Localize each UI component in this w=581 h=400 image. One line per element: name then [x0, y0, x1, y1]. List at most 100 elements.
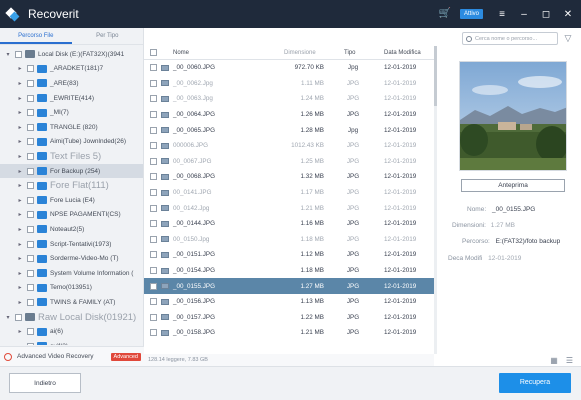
preview-button[interactable]: Anteprima	[461, 179, 565, 192]
tree-checkbox[interactable]	[27, 79, 34, 87]
tab-file-path[interactable]: Percorso File	[0, 28, 72, 44]
table-row[interactable]: 000006.JPG 1012.43 KB JPG 12-01-2019	[144, 138, 434, 154]
table-row[interactable]: _00_0063.Jpg 1.24 MB JPG 12-01-2019	[144, 91, 434, 107]
chevron-down-icon[interactable]: ▾	[4, 51, 12, 58]
chevron-right-icon[interactable]: ▸	[16, 284, 24, 291]
chevron-right-icon[interactable]: ▸	[16, 226, 24, 233]
table-row[interactable]: _00_0064.JPG 1.26 MB JPG 12-01-2019	[144, 107, 434, 123]
table-row[interactable]: _00_0158.JPG 1.21 MB JPG 12-01-2019	[144, 325, 434, 341]
chevron-right-icon[interactable]: ▸	[16, 241, 24, 248]
chevron-right-icon[interactable]: ▸	[16, 124, 24, 131]
chevron-right-icon[interactable]: ▸	[16, 153, 24, 160]
table-row[interactable]: 00_0142.Jpg 1.21 MB JPG 12-01-2019	[144, 200, 434, 216]
tree-item[interactable]: ▸ Temo(013951)	[0, 281, 143, 296]
chevron-right-icon[interactable]: ▸	[16, 80, 24, 87]
recover-button[interactable]: Recupera	[499, 373, 571, 393]
maximize-icon[interactable]: ◻	[537, 0, 555, 28]
table-row[interactable]: _00_0060.JPG 972.70 KB Jpg 12-01-2019	[144, 60, 434, 76]
tree-item[interactable]: ▸ Aimi(Tube) Jownlnded(26)	[0, 135, 143, 150]
row-checkbox[interactable]	[150, 189, 157, 197]
tree-item[interactable]: ▸ For Backup (254)	[0, 163, 143, 179]
tree-checkbox[interactable]	[15, 50, 22, 58]
row-checkbox[interactable]	[150, 79, 157, 87]
row-checkbox[interactable]	[150, 142, 157, 150]
tree-checkbox[interactable]	[27, 182, 34, 190]
tree-checkbox[interactable]	[27, 240, 34, 248]
chevron-right-icon[interactable]: ▸	[16, 343, 24, 345]
row-checkbox[interactable]	[150, 204, 157, 212]
tree-checkbox[interactable]	[27, 152, 34, 160]
tree-item[interactable]: ▸ NPSE PAGAMENTI(CS)	[0, 208, 143, 223]
tree-item[interactable]: ▾ Raw Local Disk(01921)	[0, 310, 143, 325]
tree-checkbox[interactable]	[27, 211, 34, 219]
tree-checkbox[interactable]	[27, 65, 34, 73]
row-checkbox[interactable]	[150, 95, 157, 103]
select-all-checkbox[interactable]	[150, 49, 157, 56]
header-name[interactable]: Nome	[173, 50, 189, 56]
close-icon[interactable]: ✕	[559, 0, 577, 28]
tree-checkbox[interactable]	[27, 94, 34, 102]
tree-item[interactable]: ▸ _ARADKET(181)7	[0, 62, 143, 77]
back-button[interactable]: Indietro	[9, 373, 81, 393]
table-row[interactable]: 00_0141.JPG 1.17 MB JPG 12-01-2019	[144, 185, 434, 201]
chevron-right-icon[interactable]: ▸	[16, 270, 24, 277]
table-row[interactable]: _00_0068.JPG 1.32 MB JPG 12-01-2019	[144, 169, 434, 185]
table-row[interactable]: 00_0150.Jpg 1.18 MB JPG 12-01-2019	[144, 232, 434, 248]
tree-item[interactable]: ▸ TWINS & FAMILY (AT)	[0, 295, 143, 310]
row-checkbox[interactable]	[150, 313, 157, 321]
tree-checkbox[interactable]	[27, 284, 34, 292]
row-checkbox[interactable]	[150, 111, 157, 119]
chevron-right-icon[interactable]: ▸	[16, 211, 24, 218]
tree-checkbox[interactable]	[27, 269, 34, 277]
filter-icon[interactable]: ▽	[563, 33, 573, 43]
row-checkbox[interactable]	[150, 220, 157, 228]
tree-item[interactable]: ▸ Script-Tentativi(1973)	[0, 237, 143, 252]
row-checkbox[interactable]	[150, 329, 157, 337]
tree-item[interactable]: ▸ ai(6)	[0, 324, 143, 339]
row-checkbox[interactable]	[150, 267, 157, 275]
tree-checkbox[interactable]	[27, 328, 34, 336]
tree-checkbox[interactable]	[27, 298, 34, 306]
tree-checkbox[interactable]	[27, 123, 34, 131]
row-checkbox[interactable]	[150, 126, 157, 134]
chevron-right-icon[interactable]: ▸	[16, 65, 24, 72]
table-row[interactable]: 00_0067.JPG 1.25 MB JPG 12-01-2019	[144, 154, 434, 170]
table-row[interactable]: _00_0156.JPG 1.13 MB JPG 12-01-2019	[144, 294, 434, 310]
row-checkbox[interactable]	[150, 64, 157, 72]
advanced-video-recovery[interactable]: Advanced Video Recovery Advanced	[0, 346, 144, 366]
row-checkbox[interactable]	[150, 235, 157, 243]
table-row[interactable]: _00_0151.JPG 1.12 MB JPG 12-01-2019	[144, 247, 434, 263]
chevron-right-icon[interactable]: ▸	[16, 182, 24, 189]
tree-item[interactable]: ▸ _MI(7)	[0, 105, 143, 120]
table-row[interactable]: _00_0144.JPG 1.16 MB JPG 12-01-2019	[144, 216, 434, 232]
chevron-right-icon[interactable]: ▸	[16, 197, 24, 204]
search-input[interactable]: Cerca nome o percorso...	[462, 32, 558, 45]
row-checkbox[interactable]	[150, 173, 157, 181]
row-checkbox[interactable]	[150, 282, 157, 290]
chevron-down-icon[interactable]: ▾	[4, 314, 12, 321]
chevron-right-icon[interactable]: ▸	[16, 168, 24, 175]
chevron-right-icon[interactable]: ▸	[16, 328, 24, 335]
tab-file-type[interactable]: Per Tipo	[72, 28, 144, 44]
header-date[interactable]: Data Modifica	[384, 50, 421, 56]
tree-checkbox[interactable]	[27, 167, 34, 175]
table-row[interactable]: _00_0062.Jpg 1.11 MB JPG 12-01-2019	[144, 76, 434, 92]
chevron-right-icon[interactable]: ▸	[16, 95, 24, 102]
table-row[interactable]: _00_0155.JPG 1.27 MB JPG 12-01-2019	[144, 278, 434, 294]
chevron-right-icon[interactable]: ▸	[16, 138, 24, 145]
chevron-right-icon[interactable]: ▸	[16, 299, 24, 306]
tree-item[interactable]: ▸ _EWRITE(414)	[0, 91, 143, 106]
tree-item[interactable]: ▸ Fore Lucia (E4)	[0, 193, 143, 208]
row-checkbox[interactable]	[150, 157, 157, 165]
minimize-icon[interactable]: –	[515, 0, 533, 28]
tree-checkbox[interactable]	[27, 225, 34, 233]
activate-button[interactable]: Attivo	[459, 9, 483, 19]
table-row[interactable]: _00_0157.JPG 1.22 MB JPG 12-01-2019	[144, 310, 434, 326]
tree-checkbox[interactable]	[27, 342, 34, 345]
tree-item[interactable]: ▸ Sorderme-Video-Mo (T)	[0, 251, 143, 266]
row-checkbox[interactable]	[150, 298, 157, 306]
list-view-icon[interactable]: ☰	[566, 356, 573, 365]
tree-item[interactable]: ▸ Noteaut2(5)	[0, 222, 143, 237]
chevron-right-icon[interactable]: ▸	[16, 109, 24, 116]
tree-item[interactable]: ▸ System Volume Information (	[0, 266, 143, 281]
